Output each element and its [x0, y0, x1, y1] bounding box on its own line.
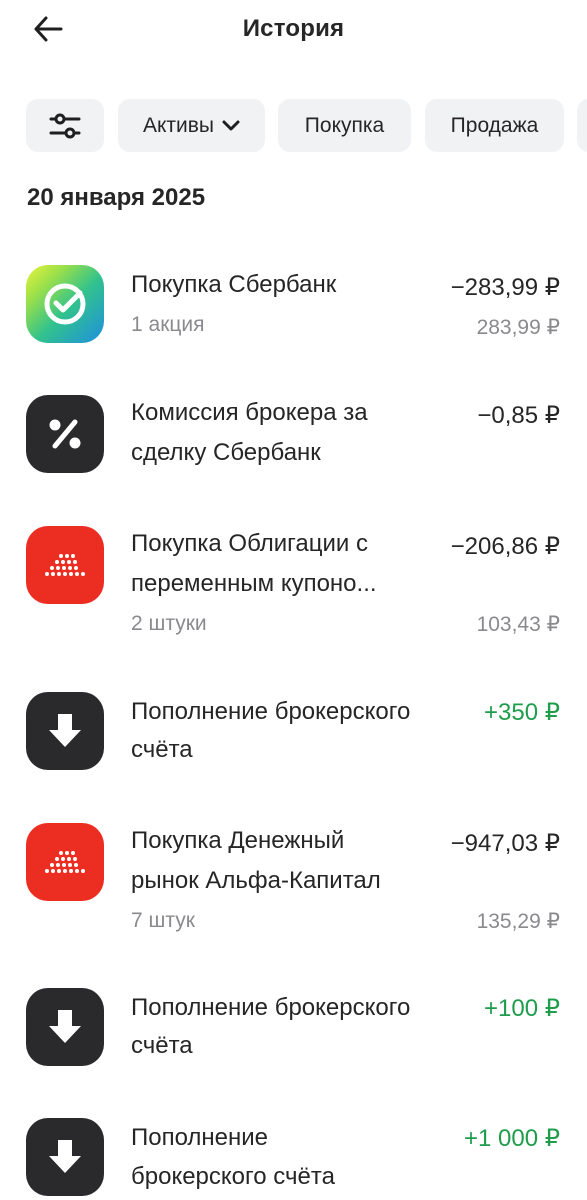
- filter-settings-button[interactable]: [26, 99, 104, 152]
- operation-amount: −283,99 ₽: [450, 274, 560, 301]
- operation-quantity: 7 штук: [131, 909, 195, 932]
- operation-item[interactable]: Покупка Денежный рынок Альфа-Капитал 7 ш…: [0, 823, 587, 943]
- operation-item[interactable]: Покупка Сбербанк 1 акция −283,99 ₽ 283,9…: [0, 265, 587, 385]
- operation-title-line1: Покупка Денежный: [131, 827, 345, 854]
- operation-amount: +350 ₽: [484, 699, 560, 726]
- chevron-down-icon: [222, 120, 240, 132]
- operation-item[interactable]: Покупка Облигации с переменным купоно...…: [0, 526, 587, 646]
- operation-item[interactable]: Комиссия брокера за сделку Сбербанк −0,8…: [0, 395, 587, 505]
- assets-filter-chip[interactable]: Активы: [118, 99, 265, 152]
- operation-title-line2: переменным купоно...: [131, 570, 377, 597]
- buy-filter-chip[interactable]: Покупка: [278, 99, 411, 152]
- arrow-down-icon: [26, 692, 104, 770]
- operation-title-line2: сделку Сбербанк: [131, 439, 321, 466]
- operation-title-line2: рынок Альфа-Капитал: [131, 867, 381, 894]
- operation-title-line1: Пополнение: [131, 1124, 269, 1151]
- page-title: История: [242, 15, 345, 42]
- alfa-dots-icon: [26, 526, 104, 604]
- sell-filter-label: Продажа: [450, 113, 539, 137]
- operation-price: 283,99 ₽: [476, 316, 560, 339]
- alfa-dots-icon: [26, 823, 104, 901]
- operation-item[interactable]: Пополнение брокерского счёта +100 ₽: [0, 988, 587, 1088]
- operation-title: Покупка Сбербанк: [131, 271, 337, 298]
- sell-filter-chip[interactable]: Продажа: [425, 99, 564, 152]
- operation-quantity: 2 штуки: [131, 612, 207, 635]
- operation-title-line2: счёта: [131, 1032, 193, 1059]
- operation-title-line1: Пополнение брокерского: [131, 698, 411, 725]
- arrow-down-icon: [26, 1118, 104, 1196]
- sliders-icon: [49, 113, 81, 138]
- operation-title-line2: счёта: [131, 736, 193, 763]
- operation-amount: −947,03 ₽: [450, 830, 560, 857]
- filter-chips: Активы Покупка Продажа: [0, 99, 587, 153]
- percent-icon: [26, 395, 104, 473]
- top-bar: История: [0, 0, 587, 60]
- operation-price: 135,29 ₽: [476, 910, 560, 933]
- assets-filter-label: Активы: [142, 113, 215, 137]
- operation-title-line1: Комиссия брокера за: [131, 399, 368, 426]
- sber-logo-icon: [26, 265, 104, 343]
- date-heading: 20 января 2025: [27, 184, 206, 211]
- operation-amount: +1 000 ₽: [463, 1125, 560, 1152]
- more-filter-chip[interactable]: [577, 99, 587, 152]
- operation-amount: −206,86 ₽: [450, 533, 560, 560]
- operation-item[interactable]: Пополнение брокерского счёта +350 ₽: [0, 692, 587, 792]
- operation-item[interactable]: Пополнение брокерского счёта +1 000 ₽: [0, 1118, 587, 1200]
- arrow-down-icon: [26, 988, 104, 1066]
- operation-title-line1: Покупка Облигации с: [131, 530, 368, 557]
- buy-filter-label: Покупка: [304, 113, 385, 137]
- operation-title-line2: брокерского счёта: [131, 1163, 335, 1190]
- operation-quantity: 1 акция: [131, 313, 205, 336]
- operation-title-line1: Пополнение брокерского: [131, 994, 411, 1021]
- operation-amount: −0,85 ₽: [477, 402, 560, 429]
- operation-price: 103,43 ₽: [476, 613, 560, 636]
- operation-amount: +100 ₽: [484, 995, 560, 1022]
